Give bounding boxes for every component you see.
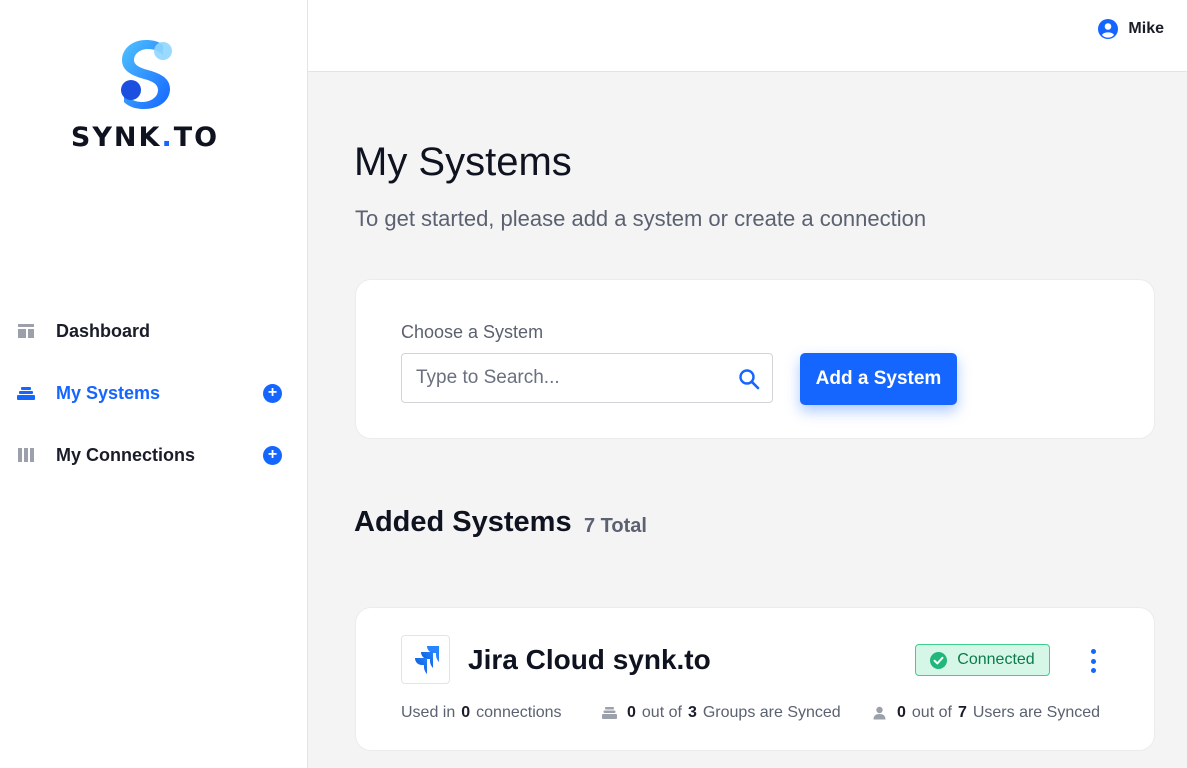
sidebar-item-my-connections[interactable]: My Connections +	[0, 435, 308, 475]
groups-stack-icon	[602, 707, 617, 719]
user-menu[interactable]: Mike	[1098, 19, 1164, 39]
top-bar: Mike	[308, 0, 1187, 72]
sidebar: SYNK.TO Dashboard My Systems + My Connec…	[0, 0, 308, 768]
add-connection-button[interactable]: +	[263, 445, 282, 465]
search-input[interactable]	[402, 367, 722, 389]
brand-name-suffix: TO	[173, 122, 220, 153]
groups-total: 3	[687, 704, 697, 721]
page-title: My Systems	[354, 140, 572, 184]
users-synced-count: 0	[897, 704, 906, 721]
users-mid: out of	[911, 704, 952, 721]
brand-name-prefix: SYNK	[70, 122, 162, 153]
search-box[interactable]	[401, 353, 773, 403]
more-options-icon[interactable]	[1088, 649, 1098, 673]
status-badge: Connected	[915, 644, 1050, 676]
added-systems-count: 7 Total	[584, 515, 647, 537]
systems-stack-icon	[17, 387, 35, 400]
check-circle-icon	[930, 651, 948, 669]
user-name: Mike	[1128, 20, 1164, 37]
sidebar-item-my-systems[interactable]: My Systems +	[0, 373, 308, 413]
sidebar-item-label: My Systems	[56, 382, 161, 403]
used-in-connections: Used in 0 connections	[401, 704, 562, 722]
system-name[interactable]: Jira Cloud synk.to	[468, 644, 711, 676]
jira-logo-icon	[401, 635, 450, 684]
sidebar-item-label: My Connections	[56, 444, 196, 465]
used-suffix: connections	[476, 704, 562, 721]
sidebar-item-label: Dashboard	[56, 320, 151, 341]
sidebar-item-dashboard[interactable]: Dashboard	[0, 311, 308, 351]
groups-suffix: Groups are Synced	[702, 704, 841, 721]
brand-name-dot: .	[161, 122, 174, 153]
brand-wordmark[interactable]: SYNK.TO	[0, 122, 290, 153]
users-suffix: Users are Synced	[972, 704, 1101, 721]
search-icon[interactable]	[738, 368, 760, 390]
user-icon	[873, 706, 886, 720]
add-a-system-button[interactable]: Add a System	[800, 353, 957, 405]
added-systems-title: Added Systems	[354, 506, 572, 538]
users-synced: 0 out of 7 Users are Synced	[872, 704, 1100, 722]
dashboard-icon	[18, 324, 34, 338]
users-total: 7	[957, 704, 967, 721]
groups-synced-count: 0	[627, 704, 636, 721]
used-prefix: Used in	[401, 704, 456, 721]
groups-synced: 0 out of 3 Groups are Synced	[602, 704, 841, 722]
synkto-logo-icon[interactable]	[112, 36, 180, 112]
columns-icon	[18, 448, 34, 462]
system-card[interactable]: Jira Cloud synk.to Connected Used in 0 c…	[355, 607, 1155, 751]
groups-mid: out of	[641, 704, 682, 721]
status-text: Connected	[957, 651, 1035, 668]
add-system-button[interactable]: +	[263, 383, 282, 403]
system-chooser-card: Choose a System Add a System	[355, 279, 1155, 439]
choose-system-label: Choose a System	[401, 322, 544, 342]
page-subtitle: To get started, please add a system or c…	[355, 206, 927, 231]
user-circle-icon	[1098, 19, 1119, 39]
used-count: 0	[461, 704, 471, 721]
